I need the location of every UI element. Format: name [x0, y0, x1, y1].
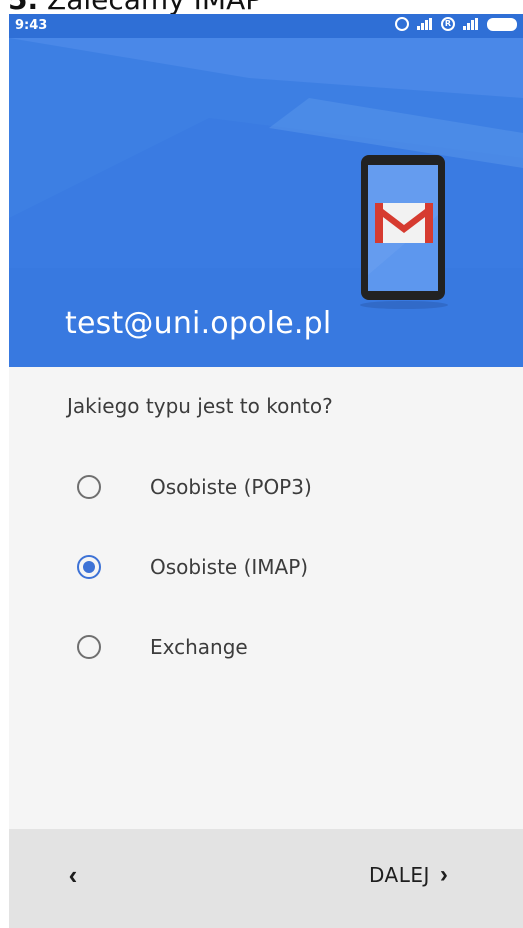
radio-pop3[interactable] [77, 475, 101, 499]
back-button[interactable]: ‹ [53, 855, 93, 895]
signal-icon [417, 18, 433, 30]
option-label: Exchange [150, 635, 248, 659]
option-label: Osobiste (IMAP) [150, 555, 309, 579]
account-header: test@uni.opole.pl [9, 38, 523, 367]
caption: 5. Zalecamy IMAP [8, 0, 262, 14]
option-imap[interactable]: Osobiste (IMAP) [69, 547, 489, 587]
radio-exchange[interactable] [77, 635, 101, 659]
gmail-icon [360, 155, 448, 309]
radio-imap[interactable] [77, 555, 101, 579]
option-exchange[interactable]: Exchange [69, 627, 489, 667]
roaming-icon: R [441, 17, 455, 31]
next-button-label: DALEJ [369, 863, 430, 887]
chevron-left-icon: ‹ [68, 860, 78, 890]
option-pop3[interactable]: Osobiste (POP3) [69, 467, 489, 507]
status-icons: R [395, 17, 517, 31]
chevron-right-icon: › [439, 861, 448, 888]
account-email: test@uni.opole.pl [65, 306, 332, 341]
alarm-icon [395, 17, 409, 31]
next-button[interactable]: DALEJ › [369, 855, 448, 895]
status-time: 9:43 [15, 18, 48, 33]
battery-icon [487, 17, 517, 31]
navigation-footer: ‹ DALEJ › [9, 829, 523, 928]
option-label: Osobiste (POP3) [150, 475, 312, 499]
phone-screen: 9:43 R test@uni.opole.pl Jakiego typu je… [9, 14, 523, 928]
signal-icon-2 [463, 18, 479, 30]
status-bar: 9:43 R [9, 14, 523, 38]
account-type-question: Jakiego typu jest to konto? [67, 394, 333, 418]
